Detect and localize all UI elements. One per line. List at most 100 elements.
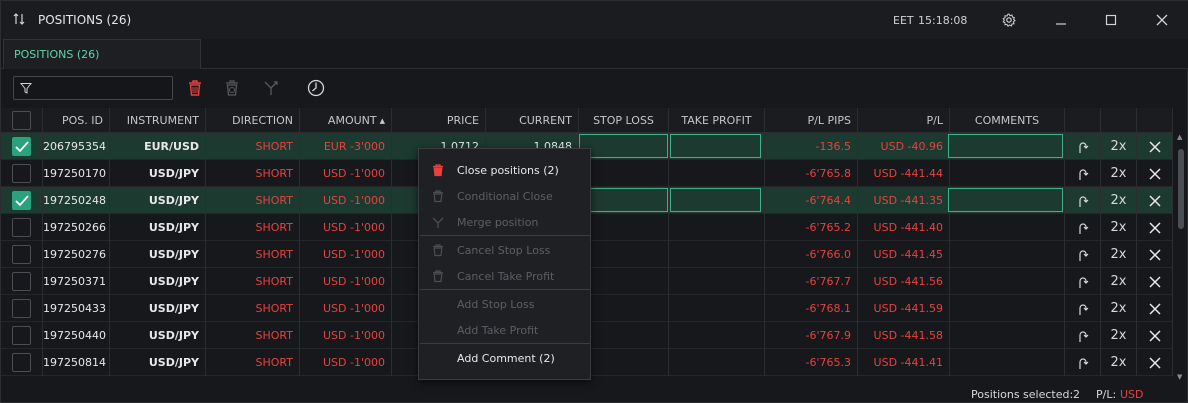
- transfer-arrows-icon[interactable]: [13, 12, 25, 26]
- stop-loss-cell[interactable]: [579, 268, 669, 295]
- reverse-position-icon[interactable]: [1076, 329, 1090, 343]
- row-checkbox[interactable]: [12, 164, 31, 183]
- comment-input[interactable]: [948, 188, 1063, 212]
- merge-positions-icon[interactable]: [262, 78, 280, 98]
- comments-cell[interactable]: [950, 322, 1065, 349]
- double-position-button[interactable]: 2x: [1101, 295, 1137, 322]
- row-checkbox[interactable]: [12, 353, 31, 372]
- header-take-profit[interactable]: TAKE PROFIT: [669, 108, 765, 133]
- comments-cell[interactable]: [950, 214, 1065, 241]
- settings-gear-icon[interactable]: [1002, 13, 1016, 27]
- filter-input[interactable]: [13, 76, 173, 100]
- reverse-position-icon[interactable]: [1076, 275, 1090, 289]
- comment-input[interactable]: [948, 134, 1063, 158]
- comments-cell[interactable]: [950, 295, 1065, 322]
- double-position-button[interactable]: 2x: [1101, 160, 1137, 187]
- take-profit-input[interactable]: [670, 134, 761, 158]
- header-price[interactable]: PRICE: [392, 108, 486, 133]
- take-profit-cell[interactable]: [669, 160, 765, 187]
- row-checkbox[interactable]: [12, 245, 31, 264]
- close-position-icon[interactable]: [1148, 356, 1161, 369]
- menu-add-comment[interactable]: Add Comment (2): [419, 345, 590, 371]
- select-all-checkbox[interactable]: [12, 111, 31, 130]
- stop-loss-cell[interactable]: [579, 322, 669, 349]
- header-current[interactable]: CURRENT: [486, 108, 579, 133]
- header-amount[interactable]: AMOUNT ▲: [300, 108, 392, 133]
- double-position-button[interactable]: 2x: [1101, 349, 1137, 376]
- take-profit-cell[interactable]: [669, 214, 765, 241]
- double-position-button[interactable]: 2x: [1101, 322, 1137, 349]
- close-window-icon[interactable]: [1155, 13, 1169, 27]
- take-profit-cell[interactable]: [669, 241, 765, 268]
- row-checkbox[interactable]: [12, 272, 31, 291]
- menu-merge-position[interactable]: Merge position: [419, 209, 590, 235]
- take-profit-cell[interactable]: [669, 268, 765, 295]
- reverse-position-icon[interactable]: [1076, 221, 1090, 235]
- row-checkbox[interactable]: [12, 218, 31, 237]
- double-position-button[interactable]: 2x: [1101, 268, 1137, 295]
- comments-cell[interactable]: [950, 160, 1065, 187]
- reverse-position-icon[interactable]: [1076, 356, 1090, 370]
- tab-positions[interactable]: POSITIONS (26): [3, 39, 201, 69]
- comments-cell[interactable]: [950, 349, 1065, 376]
- stop-loss-cell[interactable]: [579, 214, 669, 241]
- close-position-icon[interactable]: [1148, 140, 1161, 153]
- close-position-icon[interactable]: [1148, 329, 1161, 342]
- maximize-icon[interactable]: [1104, 13, 1118, 27]
- pl-pips-cell: -6'768.1: [765, 295, 858, 322]
- row-checkbox[interactable]: [12, 137, 31, 156]
- menu-cancel-stop-loss[interactable]: Cancel Stop Loss: [419, 237, 590, 263]
- scroll-up-arrow-icon[interactable]: ▲: [1177, 133, 1182, 141]
- scroll-down-arrow-icon[interactable]: ▼: [1177, 373, 1182, 381]
- conditional-close-icon[interactable]: [223, 78, 241, 98]
- menu-conditional-close[interactable]: Conditional Close: [419, 183, 590, 209]
- stop-loss-input[interactable]: [579, 188, 668, 212]
- comments-cell[interactable]: [950, 268, 1065, 295]
- reverse-position-icon[interactable]: [1076, 248, 1090, 262]
- close-position-icon[interactable]: [1148, 302, 1161, 315]
- header-instrument[interactable]: INSTRUMENT: [110, 108, 206, 133]
- close-position-icon[interactable]: [1148, 275, 1161, 288]
- close-position-icon[interactable]: [1148, 194, 1161, 207]
- take-profit-cell[interactable]: [669, 349, 765, 376]
- reverse-position-icon[interactable]: [1076, 194, 1090, 208]
- stop-loss-cell[interactable]: [579, 241, 669, 268]
- double-position-button[interactable]: 2x: [1101, 214, 1137, 241]
- stop-loss-cell[interactable]: [579, 349, 669, 376]
- stop-loss-input[interactable]: [579, 134, 668, 158]
- double-position-button[interactable]: 2x: [1101, 187, 1137, 214]
- take-profit-cell[interactable]: [669, 295, 765, 322]
- pl-cell: USD -441.56: [858, 268, 950, 295]
- header-pl[interactable]: P/L: [858, 108, 950, 133]
- row-checkbox[interactable]: [12, 326, 31, 345]
- close-positions-trash-icon[interactable]: [186, 78, 204, 98]
- menu-add-take-profit[interactable]: Add Take Profit: [419, 317, 590, 343]
- close-position-icon[interactable]: [1148, 248, 1161, 261]
- close-position-icon[interactable]: [1148, 167, 1161, 180]
- double-position-button[interactable]: 2x: [1101, 133, 1137, 160]
- stop-loss-cell[interactable]: [579, 295, 669, 322]
- header-pl-pips[interactable]: P/L PIPS: [765, 108, 858, 133]
- vertical-scrollbar[interactable]: ▲ ▼: [1174, 133, 1188, 383]
- double-position-button[interactable]: 2x: [1101, 241, 1137, 268]
- stop-loss-cell[interactable]: [579, 160, 669, 187]
- header-direction[interactable]: DIRECTION: [206, 108, 300, 133]
- reverse-position-icon[interactable]: [1076, 140, 1090, 154]
- comments-cell[interactable]: [950, 241, 1065, 268]
- menu-add-stop-loss[interactable]: Add Stop Loss: [419, 291, 590, 317]
- minimize-icon[interactable]: [1054, 13, 1068, 27]
- reverse-position-icon[interactable]: [1076, 167, 1090, 181]
- header-comments[interactable]: COMMENTS: [950, 108, 1065, 133]
- scrollbar-thumb[interactable]: [1178, 149, 1184, 229]
- close-position-icon[interactable]: [1148, 221, 1161, 234]
- take-profit-cell[interactable]: [669, 322, 765, 349]
- header-pos-id[interactable]: POS. ID: [43, 108, 110, 133]
- take-profit-input[interactable]: [670, 188, 761, 212]
- menu-close-positions[interactable]: Close positions (2): [419, 157, 590, 183]
- reverse-position-icon[interactable]: [1076, 302, 1090, 316]
- menu-cancel-take-profit[interactable]: Cancel Take Profit: [419, 263, 590, 289]
- row-checkbox[interactable]: [12, 191, 31, 210]
- row-checkbox[interactable]: [12, 299, 31, 318]
- header-stop-loss[interactable]: STOP LOSS: [579, 108, 669, 133]
- history-clock-icon[interactable]: [307, 78, 325, 98]
